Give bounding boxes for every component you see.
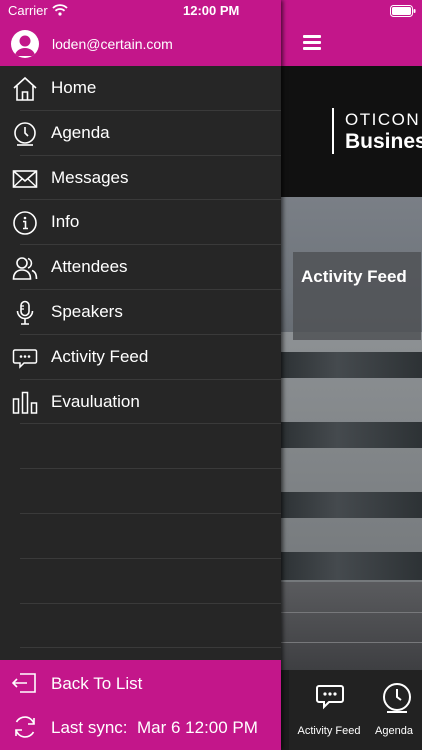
empty-row [0,604,281,649]
back-to-list-label: Back To List [51,674,143,693]
avatar [11,30,39,58]
main-header [281,22,422,66]
empty-row [0,514,281,559]
envelope-icon [12,169,38,188]
main-screen: OTICON Busines Activity Feed Activity Fe… [281,0,422,750]
microphone-icon [16,300,34,325]
wifi-icon [52,4,68,16]
drawer-footer: Back To List Last sync: Mar 6 12:00 PM [0,660,281,750]
brand-name: OTICON [345,110,421,129]
menu-item-messages[interactable]: Messages [0,156,281,201]
user-profile-header[interactable]: loden@certain.com [0,22,281,66]
hamburger-menu-icon[interactable] [303,35,321,50]
tab-label: Agenda [375,725,413,737]
menu-item-label: Activity Feed [51,346,149,366]
brand-banner: OTICON Busines [281,66,422,197]
brand-subtitle: Busines [345,130,422,153]
empty-row [0,424,281,470]
exit-icon [12,673,36,693]
menu-item-home[interactable]: Home [0,66,281,111]
menu-item-label: Home [51,78,97,97]
tab-activity-feed[interactable]: Activity Feed [289,670,369,750]
clock-icon [14,121,36,146]
empty-row [0,469,281,514]
user-silhouette-icon [15,35,35,56]
menu-item-label: Info [51,212,80,232]
drawer-menu: Home Agenda Messages Info Attendees Spea… [0,66,281,649]
menu-item-label: Speakers [51,301,123,321]
status-bar: Carrier 12:00 PM [0,0,281,22]
menu-item-agenda[interactable]: Agenda [0,111,281,156]
chat-bubble-icon [316,685,344,710]
tile-label: Activity Feed [301,267,407,286]
menu-item-label: Messages [51,167,129,187]
menu-item-info[interactable]: Info [0,200,281,246]
info-icon [13,211,37,236]
back-to-list-button[interactable]: Back To List [0,661,281,705]
tab-agenda[interactable]: Agenda [367,670,422,750]
parking-lot [281,582,422,670]
bar-chart-icon [12,391,38,414]
home-icon [13,76,37,101]
menu-item-label: Evauluation [51,391,140,411]
menu-item-attendees[interactable]: Attendees [0,245,281,290]
status-time: 12:00 PM [183,3,240,18]
carrier-label: Carrier [8,3,48,18]
bottom-tab-bar: Activity Feed Agenda [289,670,422,750]
building-image [281,332,422,582]
sync-button[interactable]: Last sync: Mar 6 12:00 PM [0,705,281,749]
menu-item-evaluation[interactable]: Evauluation [0,380,281,425]
battery-icon [390,5,416,17]
menu-item-activity-feed[interactable]: Activity Feed [0,335,281,380]
separator [20,647,281,649]
empty-row [0,559,281,604]
menu-item-label: Agenda [51,122,110,142]
main-status-bar [281,0,422,22]
activity-feed-tile[interactable]: Activity Feed [293,252,421,340]
menu-item-speakers[interactable]: Speakers [0,290,281,335]
menu-item-label: Attendees [51,257,128,277]
clock-icon [383,683,411,713]
refresh-icon [15,716,35,738]
user-email: loden@certain.com [52,36,173,52]
brand-divider [332,108,334,154]
chat-bubble-icon [12,349,38,369]
last-sync-label: Last sync: Mar 6 12:00 PM [51,718,258,737]
navigation-drawer: Carrier 12:00 PM loden@certain.com Home [0,0,281,750]
people-icon [12,257,38,280]
